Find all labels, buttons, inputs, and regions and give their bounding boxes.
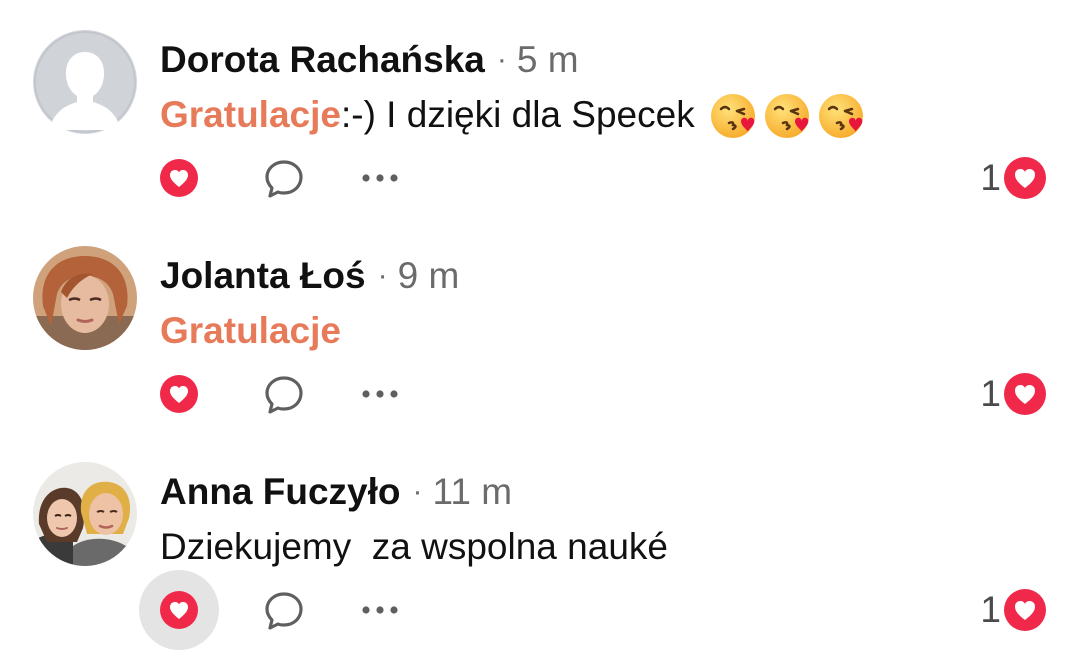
comment-text: Gratulacje:-) I dzięki dla Specek bbox=[160, 90, 869, 140]
author-name[interactable]: Dorota Rachańska bbox=[160, 39, 485, 81]
timestamp[interactable]: 9 m bbox=[398, 255, 460, 297]
separator-dot: · bbox=[377, 259, 388, 292]
author-name[interactable]: Anna Fuczyło bbox=[160, 471, 401, 513]
love-icon bbox=[1004, 589, 1046, 631]
reaction-count: 1 bbox=[980, 373, 1001, 414]
comment-text: Dziekujemy za wspolna nauké bbox=[160, 522, 668, 572]
kissing-face-heart-icon bbox=[710, 94, 755, 138]
comment-bubble-icon[interactable] bbox=[262, 374, 306, 416]
reaction-count: 1 bbox=[980, 589, 1001, 630]
reaction-summary[interactable]: 1 bbox=[980, 586, 1047, 634]
comment-header: Dorota Rachańska · 5 m bbox=[160, 35, 579, 85]
comment-actions: 1 bbox=[0, 362, 1080, 422]
emoji-group bbox=[709, 89, 869, 141]
love-icon bbox=[160, 159, 198, 197]
separator-dot: · bbox=[496, 43, 507, 76]
avatar[interactable] bbox=[33, 30, 137, 134]
comment-body-text: Dziekujemy za wspolna nauké bbox=[160, 526, 668, 567]
love-icon bbox=[160, 591, 198, 629]
love-react-button[interactable] bbox=[139, 570, 219, 650]
avatar[interactable] bbox=[33, 462, 137, 566]
comment-header: Anna Fuczyło · 11 m bbox=[160, 467, 512, 517]
comment-bubble-icon[interactable] bbox=[262, 590, 306, 632]
love-icon bbox=[1004, 157, 1046, 199]
kissing-face-heart-icon bbox=[818, 94, 863, 138]
love-icon bbox=[160, 375, 198, 413]
comment-header: Jolanta Łoś · 9 m bbox=[160, 251, 459, 301]
reaction-count: 1 bbox=[980, 157, 1001, 198]
more-options-icon[interactable] bbox=[358, 388, 402, 400]
comment-actions: 1 bbox=[0, 570, 1080, 650]
comment: Jolanta Łoś · 9 m Gratulacje 1 bbox=[0, 216, 1080, 432]
reaction-summary[interactable]: 1 bbox=[980, 154, 1047, 202]
comment-bubble-icon[interactable] bbox=[262, 158, 306, 200]
comment-body-text: :-) I dzięki dla Specek bbox=[340, 94, 695, 135]
comment: Dorota Rachańska · 5 m Gratulacje:-) I d… bbox=[0, 0, 1080, 216]
comment-actions: 1 bbox=[0, 146, 1080, 206]
mention-link[interactable]: Gratulacje bbox=[160, 94, 341, 136]
kissing-face-heart-icon bbox=[764, 94, 809, 138]
avatar[interactable] bbox=[33, 246, 137, 350]
love-icon bbox=[1004, 373, 1046, 415]
author-name[interactable]: Jolanta Łoś bbox=[160, 255, 366, 297]
timestamp[interactable]: 5 m bbox=[517, 39, 579, 81]
more-options-icon[interactable] bbox=[358, 172, 402, 184]
mention-link[interactable]: Gratulacje bbox=[160, 310, 341, 352]
reaction-summary[interactable]: 1 bbox=[980, 370, 1047, 418]
timestamp[interactable]: 11 m bbox=[433, 471, 513, 513]
comment-text: Gratulacje bbox=[160, 306, 341, 356]
love-react-button[interactable] bbox=[139, 138, 219, 218]
love-react-button[interactable] bbox=[139, 354, 219, 434]
separator-dot: · bbox=[412, 475, 423, 508]
more-options-icon[interactable] bbox=[358, 604, 402, 616]
comment: Anna Fuczyło · 11 m Dziekujemy za wspoln… bbox=[0, 432, 1080, 650]
